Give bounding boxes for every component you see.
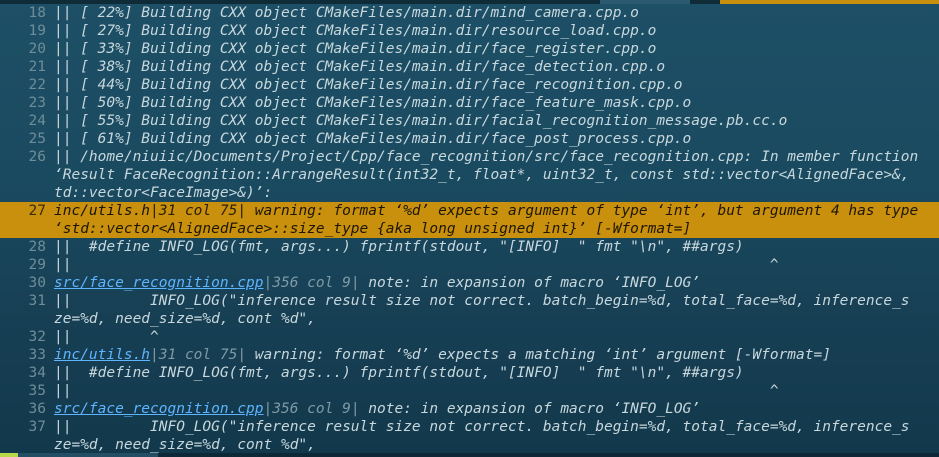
line-number: 22: [28, 77, 46, 93]
line-number: 30: [28, 275, 46, 291]
line-number: 31: [28, 293, 46, 309]
line-number: 32: [28, 329, 46, 345]
line-text: td::vector<FaceImage>&)’:: [54, 185, 273, 201]
quickfix-line[interactable]: 30 src/face_recognition.cpp|356 col 9| no…: [0, 274, 939, 292]
quickfix-line[interactable]: 36 src/face_recognition.cpp|356 col 9| no…: [0, 400, 939, 418]
quickfix-line[interactable]: 24 || [ 55%] Building CXX object CMakeFil…: [0, 112, 939, 130]
quickfix-line[interactable]: 23 || [ 50%] Building CXX object CMakeFil…: [0, 94, 939, 112]
line-number: 33: [28, 347, 46, 363]
quickfix-line[interactable]: 29 || ^: [0, 256, 939, 274]
line-number: 28: [28, 239, 46, 255]
quickfix-line[interactable]: 18 || [ 22%] Building CXX object CMakeFil…: [0, 4, 939, 22]
quickfix-line[interactable]: 21 || [ 38%] Building CXX object CMakeFil…: [0, 58, 939, 76]
line-text: || ^: [54, 329, 159, 345]
line-number: 34: [28, 365, 46, 381]
quickfix-line[interactable]: 33 inc/utils.h|31 col 75| warning: format…: [0, 346, 939, 364]
quickfix-line[interactable]: 37 || INFO_LOG("inference result size not…: [0, 418, 939, 436]
quickfix-line[interactable]: ze=%d, need_size=%d, cont %d",: [0, 436, 939, 454]
line-number: 24: [28, 113, 46, 129]
quickfix-line[interactable]: ‘Result FaceRecognition::ArrangeResult(i…: [0, 166, 939, 184]
line-text: || ^: [54, 257, 779, 273]
line-text: note: in expansion of macro ‘INFO_LOG’: [359, 275, 701, 291]
line-text: ‘Result FaceRecognition::ArrangeResult(i…: [54, 167, 910, 183]
error-file-link[interactable]: src/face_recognition.cpp: [54, 401, 264, 417]
line-text: || [ 55%] Building CXX object CMakeFiles…: [54, 113, 788, 129]
quickfix-line[interactable]: 35 || ^: [0, 382, 939, 400]
quickfix-line[interactable]: 22 || [ 44%] Building CXX object CMakeFil…: [0, 76, 939, 94]
mode-indicator: [0, 453, 18, 457]
line-text: || INFO_LOG("inference result size not c…: [54, 293, 910, 309]
line-text: || [ 27%] Building CXX object CMakeFiles…: [54, 23, 657, 39]
quickfix-line[interactable]: ze=%d, need_size=%d, cont %d",: [0, 310, 939, 328]
line-text: || #define INFO_LOG(fmt, args...) fprint…: [54, 239, 744, 255]
line-number: 21: [28, 59, 46, 75]
line-text: ze=%d, need_size=%d, cont %d",: [54, 311, 316, 327]
line-number: 25: [28, 131, 46, 147]
quickfix-line[interactable]: ‘std::vector<AlignedFace>::size_type {ak…: [0, 220, 939, 238]
error-position: |356 col 9|: [263, 275, 360, 291]
line-number: 20: [28, 41, 46, 57]
line-number: 35: [28, 383, 46, 399]
line-text: || [ 44%] Building CXX object CMakeFiles…: [54, 77, 683, 93]
line-number: 27: [28, 203, 46, 219]
line-text: ze=%d, need_size=%d, cont %d",: [54, 437, 316, 453]
line-text: || INFO_LOG("inference result size not c…: [54, 419, 910, 435]
quickfix-line[interactable]: 27 inc/utils.h|31 col 75| warning: format…: [0, 202, 939, 220]
line-number: 19: [28, 23, 46, 39]
error-file-link[interactable]: inc/utils.h: [54, 347, 150, 363]
error-position: |31 col 75|: [150, 347, 247, 363]
line-text: warning: format ‘%d’ expects argument of…: [246, 203, 919, 219]
quickfix-line[interactable]: 20 || [ 33%] Building CXX object CMakeFil…: [0, 40, 939, 58]
quickfix-line[interactable]: 32 || ^: [0, 328, 939, 346]
line-text: || [ 50%] Building CXX object CMakeFiles…: [54, 95, 692, 111]
quickfix-line[interactable]: 25 || [ 61%] Building CXX object CMakeFil…: [0, 130, 939, 148]
quickfix-line[interactable]: 34 || #define INFO_LOG(fmt, args...) fpri…: [0, 364, 939, 382]
error-file-link[interactable]: inc/utils.h: [54, 203, 150, 219]
quickfix-window[interactable]: 18 || [ 22%] Building CXX object CMakeFil…: [0, 4, 939, 453]
status-file-segment: [18, 453, 158, 457]
line-text: || [ 33%] Building CXX object CMakeFiles…: [54, 41, 657, 57]
line-text: ‘std::vector<AlignedFace>::size_type {ak…: [54, 221, 692, 237]
line-number: 37: [28, 419, 46, 435]
line-number: 23: [28, 95, 46, 111]
line-text: || [ 61%] Building CXX object CMakeFiles…: [54, 131, 692, 147]
error-position: |31 col 75|: [150, 203, 247, 219]
line-text: || [ 22%] Building CXX object CMakeFiles…: [54, 5, 639, 21]
error-file-link[interactable]: src/face_recognition.cpp: [54, 275, 264, 291]
error-position: |356 col 9|: [263, 401, 360, 417]
line-text: || #define INFO_LOG(fmt, args...) fprint…: [54, 365, 744, 381]
quickfix-line[interactable]: 26 || /home/niuiic/Documents/Project/Cpp/…: [0, 148, 939, 166]
line-text: || /home/niuiic/Documents/Project/Cpp/fa…: [54, 149, 919, 165]
quickfix-line[interactable]: td::vector<FaceImage>&)’:: [0, 184, 939, 202]
line-number: 29: [28, 257, 46, 273]
line-text: || [ 38%] Building CXX object CMakeFiles…: [54, 59, 666, 75]
status-line: [0, 453, 939, 457]
line-text: warning: format ‘%d’ expects a matching …: [246, 347, 831, 363]
quickfix-line[interactable]: 19 || [ 27%] Building CXX object CMakeFil…: [0, 22, 939, 40]
line-number: 26: [28, 149, 46, 165]
line-number: 36: [28, 401, 46, 417]
line-text: note: in expansion of macro ‘INFO_LOG’: [359, 401, 701, 417]
line-number: 18: [28, 5, 46, 21]
quickfix-line[interactable]: 31 || INFO_LOG("inference result size not…: [0, 292, 939, 310]
line-text: || ^: [54, 383, 779, 399]
quickfix-line[interactable]: 28 || #define INFO_LOG(fmt, args...) fpri…: [0, 238, 939, 256]
